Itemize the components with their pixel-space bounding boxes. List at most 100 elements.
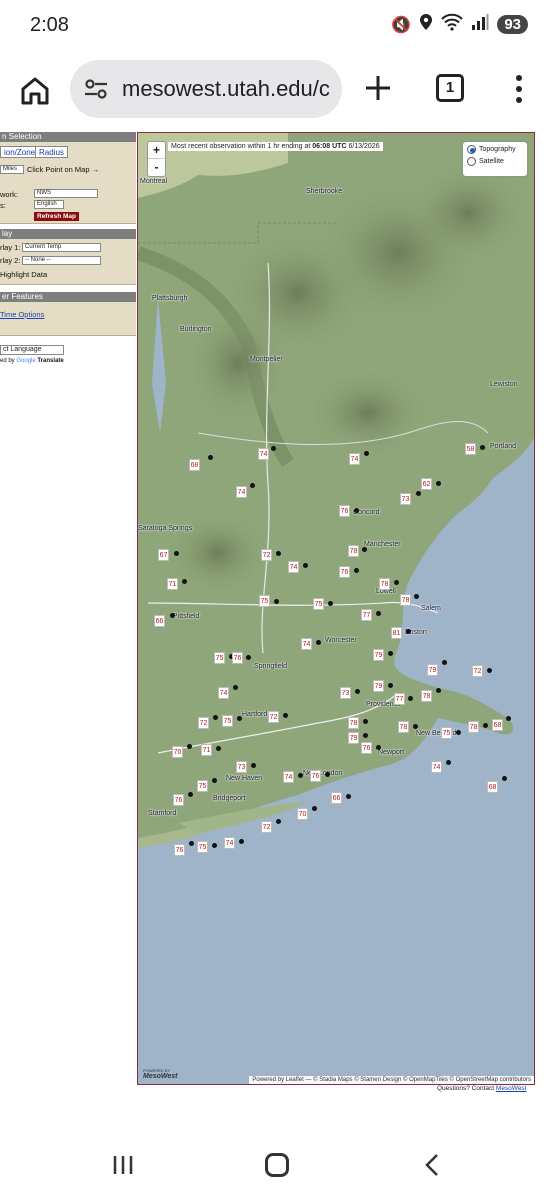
station-temp-label[interactable]: 76 <box>339 505 350 517</box>
network-select[interactable]: NWS <box>34 189 98 198</box>
station-marker-dot[interactable] <box>328 601 333 606</box>
station-marker-dot[interactable] <box>416 491 421 496</box>
station-temp-label[interactable]: 75 <box>197 780 208 792</box>
station-temp-label[interactable]: 73 <box>236 761 247 773</box>
station-marker-dot[interactable] <box>170 613 175 618</box>
station-marker-dot[interactable] <box>208 455 213 460</box>
station-marker-dot[interactable] <box>239 839 244 844</box>
new-tab-icon[interactable] <box>362 72 394 104</box>
station-temp-label[interactable]: 78 <box>421 690 432 702</box>
station-marker-dot[interactable] <box>376 611 381 616</box>
station-temp-label[interactable]: 72 <box>261 821 272 833</box>
station-temp-label[interactable]: 77 <box>361 609 372 621</box>
station-marker-dot[interactable] <box>376 745 381 750</box>
station-marker-dot[interactable] <box>436 688 441 693</box>
zoom-in-button[interactable]: + <box>148 142 165 159</box>
layer-satellite[interactable]: Satellite <box>467 157 527 166</box>
station-marker-dot[interactable] <box>363 733 368 738</box>
station-temp-label[interactable]: 78 <box>379 578 390 590</box>
station-temp-label[interactable]: 78 <box>400 594 411 606</box>
station-marker-dot[interactable] <box>354 508 359 513</box>
station-marker-dot[interactable] <box>456 730 461 735</box>
station-temp-label[interactable]: 72 <box>198 717 209 729</box>
back-icon[interactable] <box>424 1153 440 1177</box>
station-temp-label[interactable]: 76 <box>310 770 321 782</box>
station-marker-dot[interactable] <box>303 563 308 568</box>
station-marker-dot[interactable] <box>413 724 418 729</box>
recent-apps-icon[interactable] <box>112 1154 134 1176</box>
station-marker-dot[interactable] <box>394 580 399 585</box>
station-marker-dot[interactable] <box>354 568 359 573</box>
station-marker-dot[interactable] <box>506 716 511 721</box>
tab-switcher-button[interactable]: 1 <box>436 74 464 102</box>
station-temp-label[interactable]: 75 <box>197 841 208 853</box>
station-temp-label[interactable]: 81 <box>391 627 402 639</box>
station-temp-label[interactable]: 70 <box>172 746 183 758</box>
station-marker-dot[interactable] <box>316 640 321 645</box>
station-temp-label[interactable]: 76 <box>174 844 185 856</box>
radio-icon[interactable] <box>467 145 476 154</box>
station-marker-dot[interactable] <box>436 481 441 486</box>
station-marker-dot[interactable] <box>442 660 447 665</box>
station-marker-dot[interactable] <box>237 716 242 721</box>
station-temp-label[interactable]: 73 <box>400 493 411 505</box>
station-temp-label[interactable]: 74 <box>288 561 299 573</box>
station-temp-label[interactable]: 76 <box>173 794 184 806</box>
station-marker-dot[interactable] <box>283 713 288 718</box>
station-temp-label[interactable]: 75 <box>313 598 324 610</box>
station-marker-dot[interactable] <box>276 819 281 824</box>
station-temp-label[interactable]: 79 <box>427 664 438 676</box>
station-marker-dot[interactable] <box>388 651 393 656</box>
radio-icon[interactable] <box>467 157 476 166</box>
station-temp-label[interactable]: 68 <box>492 719 503 731</box>
site-settings-icon[interactable] <box>82 75 110 103</box>
station-marker-dot[interactable] <box>271 446 276 451</box>
station-temp-label[interactable]: 58 <box>465 443 476 455</box>
station-temp-label[interactable]: 78 <box>398 721 409 733</box>
station-temp-label[interactable]: 75 <box>222 715 233 727</box>
station-marker-dot[interactable] <box>502 776 507 781</box>
zoom-out-button[interactable]: - <box>148 159 165 176</box>
overlay2-select[interactable]: -- None -- <box>22 256 101 265</box>
station-temp-label[interactable]: 77 <box>394 693 405 705</box>
station-temp-label[interactable]: 76 <box>361 742 372 754</box>
weather-map[interactable]: + - Most recent observation within 1 hr … <box>137 132 535 1085</box>
station-marker-dot[interactable] <box>212 843 217 848</box>
station-marker-dot[interactable] <box>406 629 411 634</box>
station-marker-dot[interactable] <box>182 579 187 584</box>
station-marker-dot[interactable] <box>213 715 218 720</box>
station-marker-dot[interactable] <box>233 685 238 690</box>
station-marker-dot[interactable] <box>364 451 369 456</box>
station-marker-dot[interactable] <box>325 772 330 777</box>
station-temp-label[interactable]: 68 <box>487 781 498 793</box>
station-temp-label[interactable]: 78 <box>468 721 479 733</box>
station-temp-label[interactable]: 76 <box>232 652 243 664</box>
station-temp-label[interactable]: 74 <box>283 771 294 783</box>
station-temp-label[interactable]: 76 <box>339 566 350 578</box>
station-marker-dot[interactable] <box>174 551 179 556</box>
language-select[interactable]: ct Language <box>0 345 64 355</box>
station-marker-dot[interactable] <box>216 746 221 751</box>
station-marker-dot[interactable] <box>188 792 193 797</box>
station-marker-dot[interactable] <box>187 744 192 749</box>
station-temp-label[interactable]: 75 <box>441 727 452 739</box>
home-nav-icon[interactable] <box>265 1153 289 1177</box>
refresh-map-button[interactable]: Refresh Map <box>34 212 80 221</box>
station-temp-label[interactable]: 74 <box>349 453 360 465</box>
station-temp-label[interactable]: 72 <box>472 665 483 677</box>
units-select[interactable]: English <box>34 200 64 209</box>
station-temp-label[interactable]: 70 <box>297 808 308 820</box>
overlay1-select[interactable]: Current Temp <box>22 243 101 252</box>
home-icon[interactable] <box>18 74 52 108</box>
station-marker-dot[interactable] <box>298 773 303 778</box>
station-temp-label[interactable]: 74 <box>431 761 442 773</box>
overflow-menu-icon[interactable] <box>512 74 526 104</box>
station-temp-label[interactable]: 75 <box>259 595 270 607</box>
station-marker-dot[interactable] <box>355 689 360 694</box>
station-marker-dot[interactable] <box>346 794 351 799</box>
station-marker-dot[interactable] <box>414 594 419 599</box>
station-temp-label[interactable]: 74 <box>236 486 247 498</box>
station-marker-dot[interactable] <box>246 655 251 660</box>
station-temp-label[interactable]: 78 <box>348 545 359 557</box>
station-temp-label[interactable]: 74 <box>258 448 269 460</box>
